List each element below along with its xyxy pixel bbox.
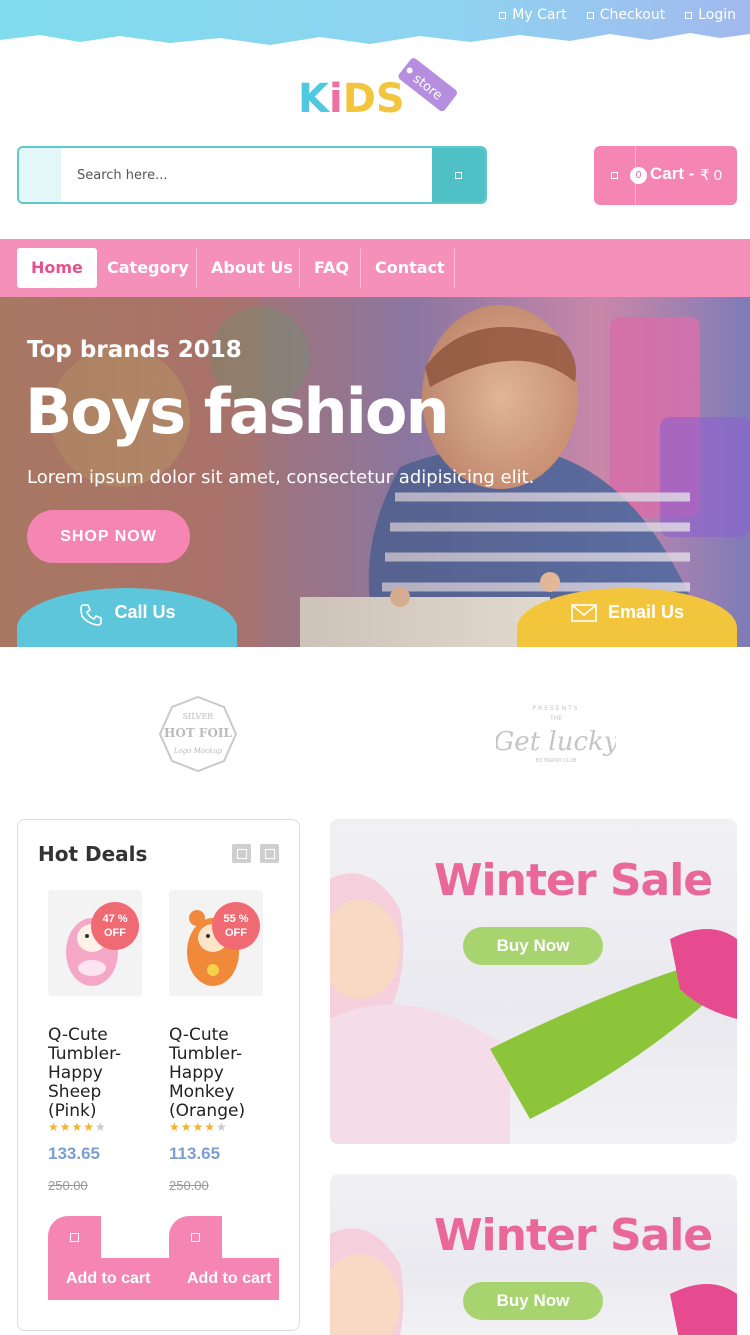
nav-about-us[interactable]: About Us	[197, 248, 307, 288]
nav-home[interactable]: Home	[17, 248, 97, 288]
checkout-label: Checkout	[599, 7, 666, 23]
discount-badge: 55 % OFF	[212, 902, 260, 950]
banner-title: Winter Sale	[434, 1210, 713, 1261]
search-icon	[455, 171, 462, 179]
product-price: 133.65	[48, 1144, 100, 1163]
product-price: 113.65	[169, 1144, 221, 1163]
login-icon	[685, 11, 693, 19]
brand1-line2: HOT FOIL	[164, 726, 232, 740]
banner-title: Winter Sale	[434, 855, 713, 906]
hot-deals-card: Hot Deals 47 % OFF Q-Cute Tumbler-Happy …	[17, 819, 300, 1331]
product-old-price: 250.00	[48, 1178, 88, 1193]
basket-icon	[611, 172, 618, 179]
product-name[interactable]: Q-Cute Tumbler-Happy Monkey (Orange)	[169, 1026, 273, 1121]
top-links: My Cart Checkout Login	[499, 7, 736, 23]
cart-amount: ₹ 0	[700, 167, 723, 184]
hero-title: Boys fashion	[25, 375, 450, 448]
search-input[interactable]	[61, 148, 432, 202]
prev-arrow-button[interactable]	[232, 844, 251, 863]
brand1-line1: SILVER	[183, 712, 215, 721]
search-category-box[interactable]	[19, 148, 61, 202]
rating-stars: ★★★★★	[169, 1120, 228, 1134]
discount-percent: 55 %	[223, 913, 249, 925]
add-to-cart-button[interactable]: Add to cart	[169, 1258, 279, 1300]
buy-now-button[interactable]: Buy Now	[463, 1282, 603, 1320]
my-cart-link[interactable]: My Cart	[499, 7, 567, 23]
logo-text: KiDS	[298, 76, 405, 122]
hot-deals-title: Hot Deals	[38, 842, 148, 866]
search-button[interactable]	[432, 148, 485, 202]
cart-count-badge: 0	[630, 167, 647, 184]
main-nav: Home Category About Us FAQ Contact	[0, 239, 750, 297]
hero-text: Lorem ipsum dolor sit amet, consectetur …	[27, 467, 535, 488]
cart-label: Cart -	[650, 164, 695, 183]
top-bar: My Cart Checkout Login	[0, 0, 750, 50]
kids-store-logo[interactable]: KiDS store	[296, 52, 466, 122]
buy-now-button[interactable]: Buy Now	[463, 927, 603, 965]
nav-category[interactable]: Category	[93, 248, 203, 288]
quick-cart-button[interactable]	[48, 1216, 101, 1258]
nav-faq[interactable]: FAQ	[300, 248, 363, 288]
discount-off: OFF	[104, 927, 126, 939]
checkout-link[interactable]: Checkout	[586, 7, 666, 23]
email-us-label: Email Us	[607, 602, 685, 622]
brand-logo-hot-foil[interactable]: SILVER HOT FOIL Logo Mockup	[158, 695, 238, 773]
add-to-cart-button[interactable]: Add to cart	[48, 1258, 178, 1300]
winter-sale-banner[interactable]: Winter Sale Buy Now	[330, 1174, 737, 1335]
search-bar	[17, 146, 487, 204]
rating-stars: ★★★★★	[48, 1120, 107, 1134]
hero-banner: Top brands 2018 Boys fashion Lorem ipsum…	[0, 297, 750, 647]
store-tag-icon: store	[398, 58, 457, 112]
phone-icon	[80, 604, 103, 626]
shop-now-button[interactable]: SHOP NOW	[27, 510, 190, 563]
discount-off: OFF	[225, 927, 247, 939]
call-us-label: Call Us	[114, 602, 176, 622]
product-name[interactable]: Q-Cute Tumbler-Happy Sheep (Pink)	[48, 1026, 152, 1121]
nav-contact[interactable]: Contact	[361, 248, 459, 288]
quick-cart-button[interactable]	[169, 1216, 222, 1258]
product-old-price: 250.00	[169, 1178, 209, 1193]
brand-logo-get-lucky[interactable]: PRESENTS THE Get lucky ED BRAND CLUB	[496, 698, 616, 768]
envelope-icon	[571, 604, 597, 622]
brand2-line3: Get lucky	[496, 727, 616, 757]
checkout-icon	[586, 11, 594, 19]
brand1-line3: Logo Mockup	[173, 747, 223, 755]
discount-percent: 47 %	[102, 913, 128, 925]
discount-badge: 47 % OFF	[91, 902, 139, 950]
winter-sale-banner[interactable]: Winter Sale Buy Now	[330, 819, 737, 1144]
nav-divider	[454, 248, 455, 288]
cart-icon	[499, 11, 507, 19]
next-arrow-button[interactable]	[260, 844, 279, 863]
my-cart-label: My Cart	[512, 7, 567, 23]
hero-kicker: Top brands 2018	[27, 337, 242, 363]
brand2-line1: PRESENTS	[532, 705, 579, 712]
login-link[interactable]: Login	[685, 7, 736, 23]
brand2-line2: THE	[549, 715, 562, 722]
brand2-line4: ED BRAND CLUB	[535, 758, 577, 764]
login-label: Login	[698, 7, 736, 23]
